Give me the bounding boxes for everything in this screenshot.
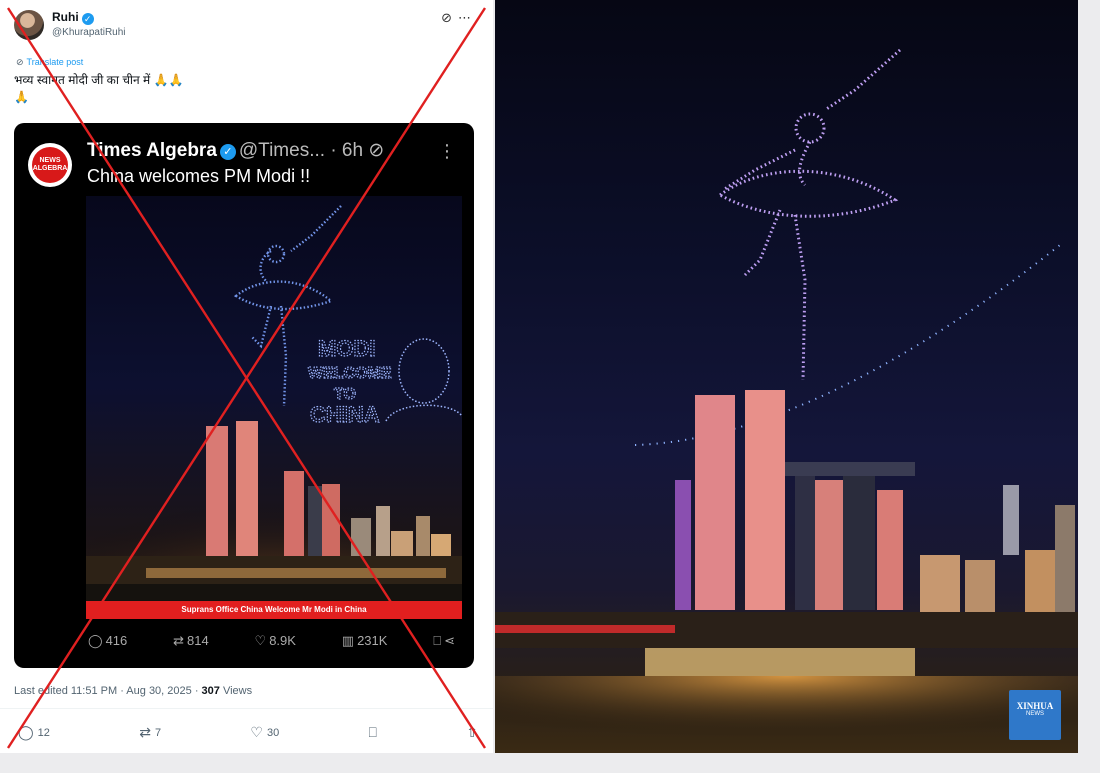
reply-button[interactable]: ◯ 12 bbox=[18, 724, 50, 741]
more-icon[interactable]: ⋯ bbox=[458, 10, 477, 25]
embed-time: · 6h bbox=[330, 140, 364, 161]
repost-count: 7 bbox=[154, 726, 162, 739]
embed-like-count: 8.9K bbox=[269, 633, 296, 648]
embed-handle: @Times... bbox=[238, 140, 326, 161]
logo-text-algebra: ALGEBRA bbox=[32, 165, 68, 172]
share-icon: ⇧ bbox=[466, 724, 478, 740]
page-margin bbox=[1078, 0, 1100, 753]
embed-like: ♡ 8.9K bbox=[255, 633, 296, 649]
grok-icon: ⊘ bbox=[368, 140, 385, 161]
repost-icon: ⇄ bbox=[139, 724, 151, 740]
like-icon: ♡ bbox=[254, 633, 267, 648]
embed-drone-illustration: MODI WELCOME TO CHINA bbox=[86, 205, 462, 619]
embed-repost: ⇄ 814 bbox=[173, 633, 209, 649]
repost-button[interactable]: ⇄ 7 bbox=[139, 724, 161, 741]
more-icon: ⋮ bbox=[438, 141, 456, 161]
embed-text: China welcomes PM Modi !! bbox=[87, 166, 311, 186]
translate-icon: ⊘ bbox=[16, 57, 24, 67]
bookmark-icon: ⎕ bbox=[433, 633, 442, 648]
embed-action-bar: ◯ 416 ⇄ 814 ♡ 8.9K ▥ 231K ⎕ ⋖ bbox=[88, 633, 458, 649]
like-button[interactable]: ♡ 30 bbox=[250, 724, 279, 741]
views-icon: ▥ bbox=[341, 633, 355, 648]
original-photo: XINHUA NEWS bbox=[495, 0, 1078, 753]
reply-count: 12 bbox=[37, 726, 50, 739]
embed-author-name: Times Algebra bbox=[87, 140, 217, 161]
tweet-timestamp[interactable]: Last edited 11:51 PM · Aug 30, 2025 · bbox=[14, 685, 202, 697]
embed-reply: ◯ 416 bbox=[88, 633, 127, 649]
xinhua-news-text: NEWS bbox=[1026, 711, 1044, 717]
tweet-views-count: 307 bbox=[201, 685, 220, 697]
embed-image-text-welcome: WELCOME bbox=[308, 365, 392, 382]
bookmark-icon: ⎕ bbox=[368, 724, 377, 740]
repost-icon: ⇄ bbox=[173, 633, 184, 648]
author-name[interactable]: Ruhi ✓ bbox=[52, 10, 94, 25]
embed-image-text-to: TO bbox=[334, 386, 356, 403]
tweet-action-bar: ◯ 12 ⇄ 7 ♡ 30 ⎕ ⇧ bbox=[18, 724, 478, 741]
xinhua-text: XINHUA bbox=[1016, 701, 1054, 711]
tweet-text-line2: 🙏 bbox=[14, 90, 29, 104]
bookmark-button[interactable]: ⎕ bbox=[369, 724, 377, 741]
translate-post-link[interactable]: ⊘ Translate post bbox=[16, 57, 83, 68]
embedded-tweet-screenshot[interactable]: NEWS ALGEBRA Times Algebra ✓ @Times... · 6… bbox=[14, 123, 474, 668]
reply-icon: ◯ bbox=[18, 724, 34, 740]
like-icon: ♡ bbox=[250, 724, 263, 740]
avatar[interactable] bbox=[14, 10, 44, 40]
divider bbox=[0, 708, 493, 709]
grok-icon[interactable]: ⊘ bbox=[441, 10, 458, 25]
embed-views: ▥ 231K bbox=[342, 633, 388, 649]
share-icon: ⋖ bbox=[444, 633, 455, 648]
like-count: 30 bbox=[266, 726, 280, 739]
embed-author: Times Algebra ✓ @Times... · 6h ⊘ bbox=[87, 139, 384, 162]
logo-text-news: NEWS bbox=[39, 157, 61, 164]
share-button[interactable]: ⇧ bbox=[466, 724, 478, 741]
tweet-meta: Last edited 11:51 PM · Aug 30, 2025 · 30… bbox=[14, 685, 252, 697]
embed-drone-image: MODI WELCOME TO CHINA bbox=[86, 196, 462, 619]
tweet-text: भव्य स्वागत मोदी जी का चीन में 🙏🙏 🙏 bbox=[14, 72, 314, 106]
reply-icon: ◯ bbox=[88, 633, 103, 648]
embed-reply-count: 416 bbox=[105, 633, 128, 648]
times-algebra-logo: NEWS ALGEBRA bbox=[28, 143, 72, 187]
author-name-text[interactable]: Ruhi bbox=[52, 10, 79, 24]
tweet-views-label: Views bbox=[219, 685, 253, 697]
embed-image-text-modi: MODI bbox=[318, 336, 375, 361]
xinhua-watermark: XINHUA NEWS bbox=[1009, 690, 1061, 740]
chongqing-drone-show-photo bbox=[495, 48, 1078, 753]
tweet-panel: Ruhi ✓ @KhurapatiRuhi ⊘⋯ ⊘ Translate post … bbox=[0, 0, 493, 753]
embed-image-text-china: CHINA bbox=[310, 402, 380, 427]
embed-bookmark: ⎕ ⋖ bbox=[433, 633, 458, 649]
embed-repost-count: 814 bbox=[187, 633, 209, 648]
tweet-top-icons: ⊘⋯ bbox=[441, 10, 477, 26]
tweet-text-line1: भव्य स्वागत मोदी जी का चीन में 🙏🙏 bbox=[14, 73, 184, 87]
embed-views-count: 231K bbox=[357, 633, 388, 648]
embed-caption-banner: Suprans Office China Welcome Mr Modi in … bbox=[86, 601, 462, 619]
verified-icon: ✓ bbox=[81, 13, 94, 25]
author-handle[interactable]: @KhurapatiRuhi bbox=[52, 27, 126, 38]
translate-label[interactable]: Translate post bbox=[27, 57, 84, 67]
verified-icon: ✓ bbox=[219, 144, 236, 160]
